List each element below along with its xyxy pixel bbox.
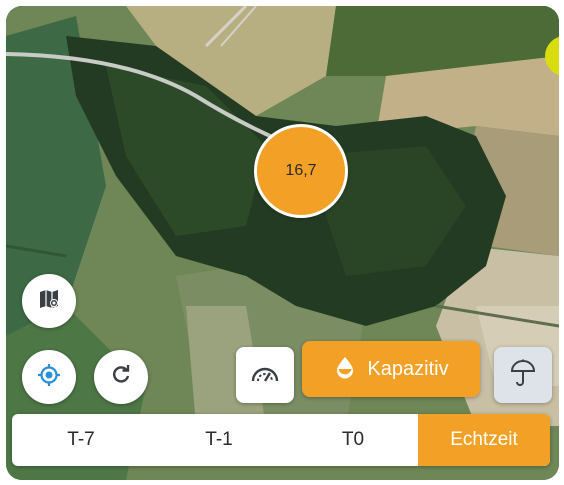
map-view[interactable] [6,6,559,480]
refresh-button[interactable] [94,350,148,404]
gauge-icon [250,362,280,389]
map-layers-icon [37,287,61,316]
capacitive-label: Kapazitiv [367,357,449,380]
capacitive-button[interactable]: Kapazitiv [302,341,480,397]
marker-value: 16,7 [285,162,317,179]
time-option-t-7[interactable]: T-7 [12,414,150,466]
my-location-button[interactable] [22,350,76,404]
time-option-t-1[interactable]: T-1 [150,414,288,466]
time-option-t0[interactable]: T0 [288,414,418,466]
time-selector: T-7 T-1 T0 Echtzeit [12,414,550,466]
umbrella-button[interactable] [494,347,552,403]
satellite-map[interactable] [6,6,559,480]
droplet-icon [333,355,357,384]
refresh-icon [110,364,132,391]
time-option-echtzeit[interactable]: Echtzeit [418,414,550,466]
umbrella-icon [510,359,536,392]
measurement-marker[interactable]: 16,7 [254,124,348,218]
gauge-button[interactable] [236,347,294,403]
my-location-icon [36,362,62,393]
map-layers-button[interactable] [22,274,76,328]
